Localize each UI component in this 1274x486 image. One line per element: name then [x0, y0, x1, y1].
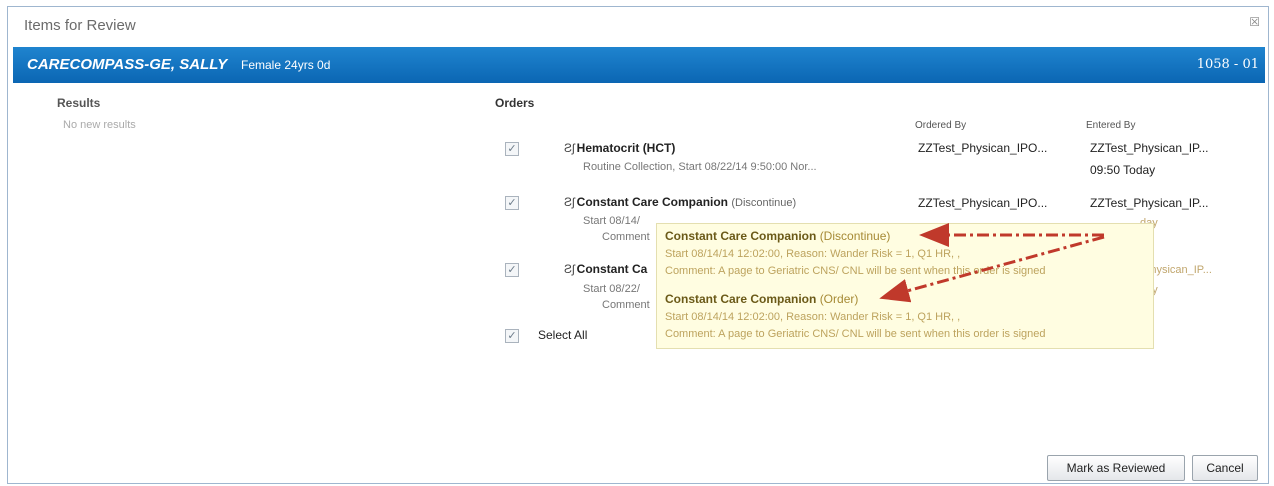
- tooltip-entry-title: Constant Care Companion (Discontinue): [665, 229, 890, 243]
- order-entered-time-hct: 09:50 Today: [1090, 163, 1156, 177]
- patient-demographics: Female 24yrs 0d: [241, 58, 331, 72]
- order-detail-start: Start 08/22/: [583, 283, 640, 295]
- order-ordered-by-hct: ZZTest_Physican_IPO...: [918, 141, 1048, 155]
- mark-as-reviewed-button[interactable]: Mark as Reviewed: [1047, 455, 1185, 481]
- tooltip-entry-start: Start 08/14/14 12:02:00, Reason: Wander …: [665, 248, 961, 260]
- tooltip-entry-title: Constant Care Companion (Order): [665, 292, 858, 306]
- order-ordered-by-ccc: ZZTest_Physican_IPO...: [918, 196, 1048, 210]
- rx-icon: Ƨʃ: [564, 262, 575, 276]
- order-detail-hct: Routine Collection, Start 08/22/14 9:50:…: [583, 161, 817, 173]
- rx-icon: Ƨʃ: [564, 141, 575, 155]
- order-entered-by-hct: ZZTest_Physican_IP...: [1090, 141, 1209, 155]
- dialog-titlebar: Items for Review ☒: [8, 7, 1268, 45]
- order-title-hct[interactable]: Ƨʃ Hematocrit (HCT): [564, 141, 675, 155]
- entered-by-header: Entered By: [1086, 120, 1136, 131]
- ordered-by-header: Ordered By: [915, 120, 967, 131]
- order-title-label: Constant Ca: [576, 262, 648, 276]
- select-all-label[interactable]: Select All: [538, 328, 587, 342]
- rx-icon: Ƨʃ: [564, 195, 575, 209]
- orders-heading: Orders: [495, 96, 535, 110]
- order-title-ccc-discontinue[interactable]: Ƨʃ Constant Care Companion (Discontinue): [564, 195, 796, 209]
- order-entered-by-ccc: ZZTest_Physican_IP...: [1090, 196, 1209, 210]
- tooltip-entry-name: Constant Care Companion: [665, 229, 817, 243]
- dialog-title: Items for Review: [24, 17, 136, 34]
- order-hover-tooltip: Constant Care Companion (Discontinue) St…: [656, 223, 1154, 349]
- select-all-checkbox[interactable]: ✓: [505, 329, 519, 343]
- close-icon[interactable]: ☒: [1249, 15, 1260, 29]
- order-checkbox-ccc-discontinue[interactable]: ✓: [505, 196, 519, 210]
- tooltip-entry-comment: Comment: A page to Geriatric CNS/ CNL wi…: [665, 265, 1046, 277]
- order-action-tag: (Discontinue): [731, 197, 797, 209]
- patient-name: CARECOMPASS-GE, SALLY: [27, 56, 228, 73]
- cancel-button[interactable]: Cancel: [1192, 455, 1258, 481]
- tooltip-entry-start: Start 08/14/14 12:02:00, Reason: Wander …: [665, 311, 961, 323]
- order-detail-start: Start 08/14/: [583, 215, 640, 227]
- tooltip-entry-tag: (Order): [819, 292, 859, 306]
- order-detail-comment: Comment: [602, 231, 650, 243]
- order-detail-comment: Comment: [602, 299, 650, 311]
- order-title-label: Constant Care Companion: [576, 195, 729, 209]
- order-checkbox-hct[interactable]: ✓: [505, 142, 519, 156]
- order-checkbox-ccc-order[interactable]: ✓: [505, 263, 519, 277]
- order-title-ccc-order[interactable]: Ƨʃ Constant Ca: [564, 262, 647, 276]
- order-title-label: Hematocrit (HCT): [576, 141, 676, 155]
- results-heading: Results: [57, 96, 101, 110]
- tooltip-entry-comment: Comment: A page to Geriatric CNS/ CNL wi…: [665, 328, 1046, 340]
- tooltip-entry-tag: (Discontinue): [819, 229, 891, 243]
- results-empty-text: No new results: [63, 119, 136, 131]
- tooltip-entry-name: Constant Care Companion: [665, 292, 817, 306]
- patient-banner: CARECOMPASS-GE, SALLY Female 24yrs 0d 10…: [13, 47, 1265, 83]
- patient-location: 1058 - 01: [1196, 57, 1259, 72]
